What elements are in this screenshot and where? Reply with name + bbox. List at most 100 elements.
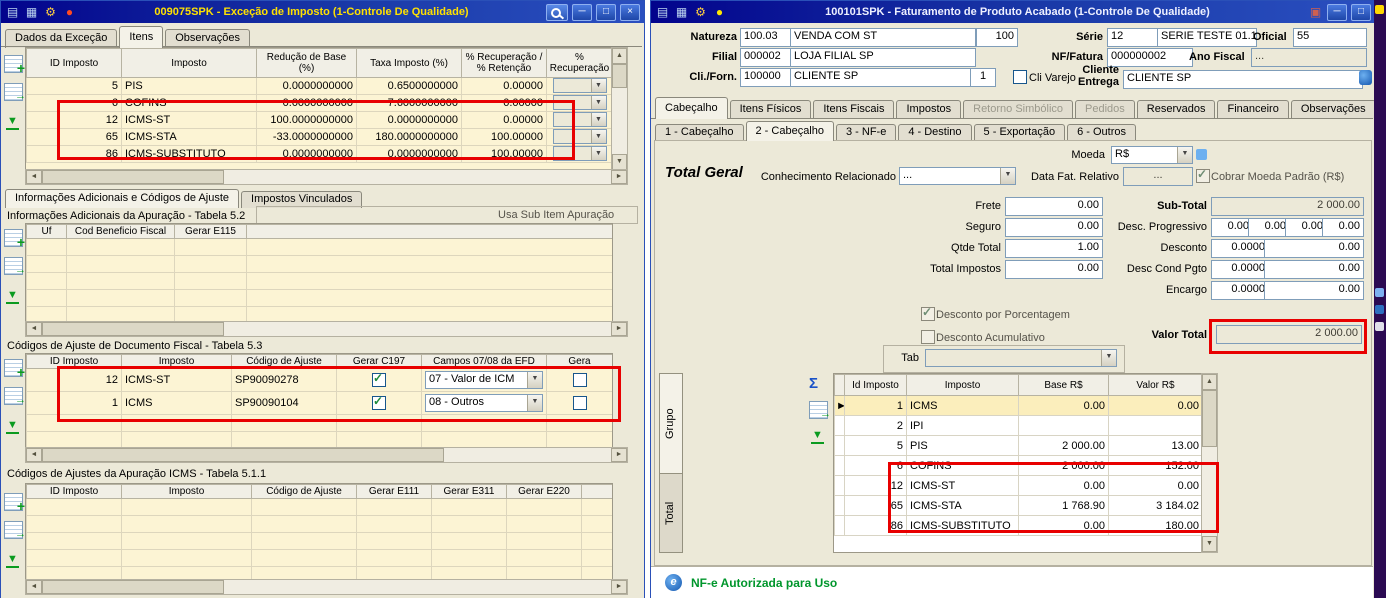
minimize-button[interactable] xyxy=(1327,3,1347,21)
insert-row-icon[interactable] xyxy=(4,55,25,76)
wrench-icon[interactable]: ⚙ xyxy=(693,5,708,19)
table-row[interactable] xyxy=(26,255,612,273)
tab-informacoes-adicionais[interactable]: Informações Adicionais e Códigos de Ajus… xyxy=(5,189,240,208)
subtab-3-nfe[interactable]: 3 - NF-e xyxy=(836,124,897,141)
natureza-extra-field[interactable]: 100 xyxy=(976,28,1018,47)
table-row[interactable]: 65 ICMS-STA 1 768.90 3 184.02 xyxy=(834,495,1202,516)
tab-impostos[interactable]: Impostos xyxy=(896,100,962,119)
table-row[interactable] xyxy=(26,431,612,448)
table-row[interactable] xyxy=(26,549,612,567)
go-last-icon[interactable] xyxy=(5,289,20,304)
table-row[interactable]: 5 PIS 2 000.00 13.00 xyxy=(834,435,1202,456)
natureza-desc-field[interactable]: VENDA COM ST xyxy=(790,28,976,47)
insert-row-icon[interactable] xyxy=(4,493,25,514)
wrench-icon[interactable]: ⚙ xyxy=(43,5,58,19)
table-row[interactable] xyxy=(26,238,612,256)
desc-progressivo-field-1[interactable]: 0.00 xyxy=(1211,218,1253,237)
export-row-icon[interactable] xyxy=(4,257,26,276)
grid-icon[interactable]: ▤ xyxy=(5,5,20,19)
cli-varejo-checkbox[interactable] xyxy=(1013,70,1027,84)
subtab-4-destino[interactable]: 4 - Destino xyxy=(898,124,972,141)
tab-observacoes[interactable]: Observações xyxy=(1290,100,1376,119)
table-icon[interactable]: ▦ xyxy=(674,5,689,19)
desc-progressivo-field-3[interactable]: 0.00 xyxy=(1285,218,1327,237)
table-row[interactable] xyxy=(26,532,612,550)
tab-itens-fisicos[interactable]: Itens Físicos xyxy=(729,100,812,119)
table-row[interactable] xyxy=(26,272,612,290)
sum-icon[interactable] xyxy=(809,375,818,392)
cliente-entrega-field[interactable]: CLIENTE SP xyxy=(1123,70,1363,89)
desconto-valor-field[interactable]: 0.00 xyxy=(1264,239,1364,258)
go-last-icon[interactable] xyxy=(5,419,20,434)
tab-itens[interactable]: Itens xyxy=(119,26,164,48)
table-row[interactable]: 6 COFINS 2 000.00 152.00 xyxy=(834,455,1202,476)
cli-desc-field[interactable]: CLIENTE SP xyxy=(790,68,976,87)
side-tab-grupo[interactable]: Grupo xyxy=(659,373,683,475)
encargo-valor-field[interactable]: 0.00 xyxy=(1264,281,1364,300)
go-last-icon[interactable] xyxy=(810,429,825,444)
table-row[interactable]: ► 1ICMS 0.000.00 xyxy=(834,395,1202,416)
table-row[interactable]: 12 ICMS-ST SP90090278 07 - Valor de ICM xyxy=(26,368,612,392)
horizontal-scrollbar[interactable] xyxy=(25,447,628,463)
insert-row-icon[interactable] xyxy=(4,229,25,250)
horizontal-scrollbar[interactable] xyxy=(25,579,628,595)
table-row[interactable]: 5 PIS 0.0000000000 0.6500000000 0.00000 xyxy=(26,77,612,95)
table-row[interactable]: 86 ICMS-SUBSTITUTO 0.00 180.00 xyxy=(834,515,1202,536)
dock-icon[interactable] xyxy=(1375,5,1384,14)
encargo-pct-field[interactable]: 0.0000 xyxy=(1211,281,1269,300)
dock-icon[interactable] xyxy=(1375,305,1384,314)
gera-checkbox[interactable] xyxy=(572,372,587,387)
tab-itens-fiscais[interactable]: Itens Fiscais xyxy=(813,100,895,119)
natureza-code-field[interactable]: 100.03 xyxy=(740,28,796,47)
export-row-icon[interactable] xyxy=(4,387,26,406)
subtab-6-outros[interactable]: 6 - Outros xyxy=(1067,124,1136,141)
cli-loja-field[interactable]: 1 xyxy=(970,68,996,87)
maximize-button[interactable] xyxy=(596,3,616,21)
gera-checkbox[interactable] xyxy=(572,395,587,410)
table-row[interactable] xyxy=(26,289,612,307)
tab-cabecalho[interactable]: Cabeçalho xyxy=(655,97,728,119)
minimize-button[interactable] xyxy=(572,3,592,21)
filial-desc-field[interactable]: LOJA FILIAL SP xyxy=(790,48,976,67)
tab-reservados[interactable]: Reservados xyxy=(1136,100,1216,119)
search-icon[interactable] xyxy=(546,3,568,21)
dock-icon[interactable] xyxy=(1375,288,1384,297)
nfe-lookup-icon[interactable] xyxy=(1359,70,1372,85)
go-last-icon[interactable] xyxy=(5,115,20,130)
horizontal-scrollbar[interactable] xyxy=(25,321,628,337)
alert-icon[interactable]: ▣ xyxy=(1308,5,1323,19)
vertical-scrollbar[interactable] xyxy=(611,47,628,171)
desc-progressivo-field-2[interactable]: 0.00 xyxy=(1248,218,1290,237)
horizontal-scrollbar[interactable] xyxy=(25,169,628,185)
table-row[interactable]: 2 IPI xyxy=(834,415,1202,436)
oficial-field[interactable]: 55 xyxy=(1293,28,1367,47)
gerar-c197-checkbox[interactable] xyxy=(372,394,386,410)
serie-desc-field[interactable]: SERIE TESTE 01.1 xyxy=(1157,28,1257,47)
desconto-pct-field[interactable]: 0.0000 xyxy=(1211,239,1269,258)
export-row-icon[interactable] xyxy=(809,401,831,420)
conhecimento-combo[interactable]: ... xyxy=(899,167,1016,185)
flame-icon[interactable]: ● xyxy=(62,5,77,19)
filial-code-field[interactable]: 000002 xyxy=(740,48,796,67)
subtab-1-cabecalho[interactable]: 1 - Cabeçalho xyxy=(655,124,744,141)
table-row[interactable]: 65 ICMS-STA -33.0000000000 180.0000000000 … xyxy=(26,128,612,146)
bulb-icon[interactable]: ● xyxy=(712,5,727,19)
grid-icon[interactable]: ▤ xyxy=(655,5,670,19)
serie-code-field[interactable]: 12 xyxy=(1107,28,1163,47)
vertical-scrollbar[interactable] xyxy=(1201,373,1218,553)
tab-financeiro[interactable]: Financeiro xyxy=(1217,100,1289,119)
insert-row-icon[interactable] xyxy=(4,359,25,380)
subtab-5-exportacao[interactable]: 5 - Exportação xyxy=(973,124,1066,141)
export-row-icon[interactable] xyxy=(4,83,26,102)
table-row[interactable]: 6 COFINS 0.0000000000 7.6000000000 0.00000 xyxy=(26,94,612,112)
maximize-button[interactable] xyxy=(1351,3,1371,21)
go-last-icon[interactable] xyxy=(5,553,20,568)
moeda-combo[interactable]: R$ xyxy=(1111,146,1193,164)
table-row[interactable]: 12 ICMS-ST 100.0000000000 0.0000000000 0.0… xyxy=(26,111,612,129)
campos-efd-combo[interactable]: 08 - Outros xyxy=(425,394,543,412)
table-row[interactable] xyxy=(26,515,612,533)
table-icon[interactable]: ▦ xyxy=(24,5,39,19)
table-row[interactable]: 86 ICMS-SUBSTITUTO 0.0000000000 0.00000000… xyxy=(26,145,612,163)
cli-code-field[interactable]: 100000 xyxy=(740,68,796,87)
table-row[interactable]: 1 ICMS SP90090104 08 - Outros xyxy=(26,391,612,415)
